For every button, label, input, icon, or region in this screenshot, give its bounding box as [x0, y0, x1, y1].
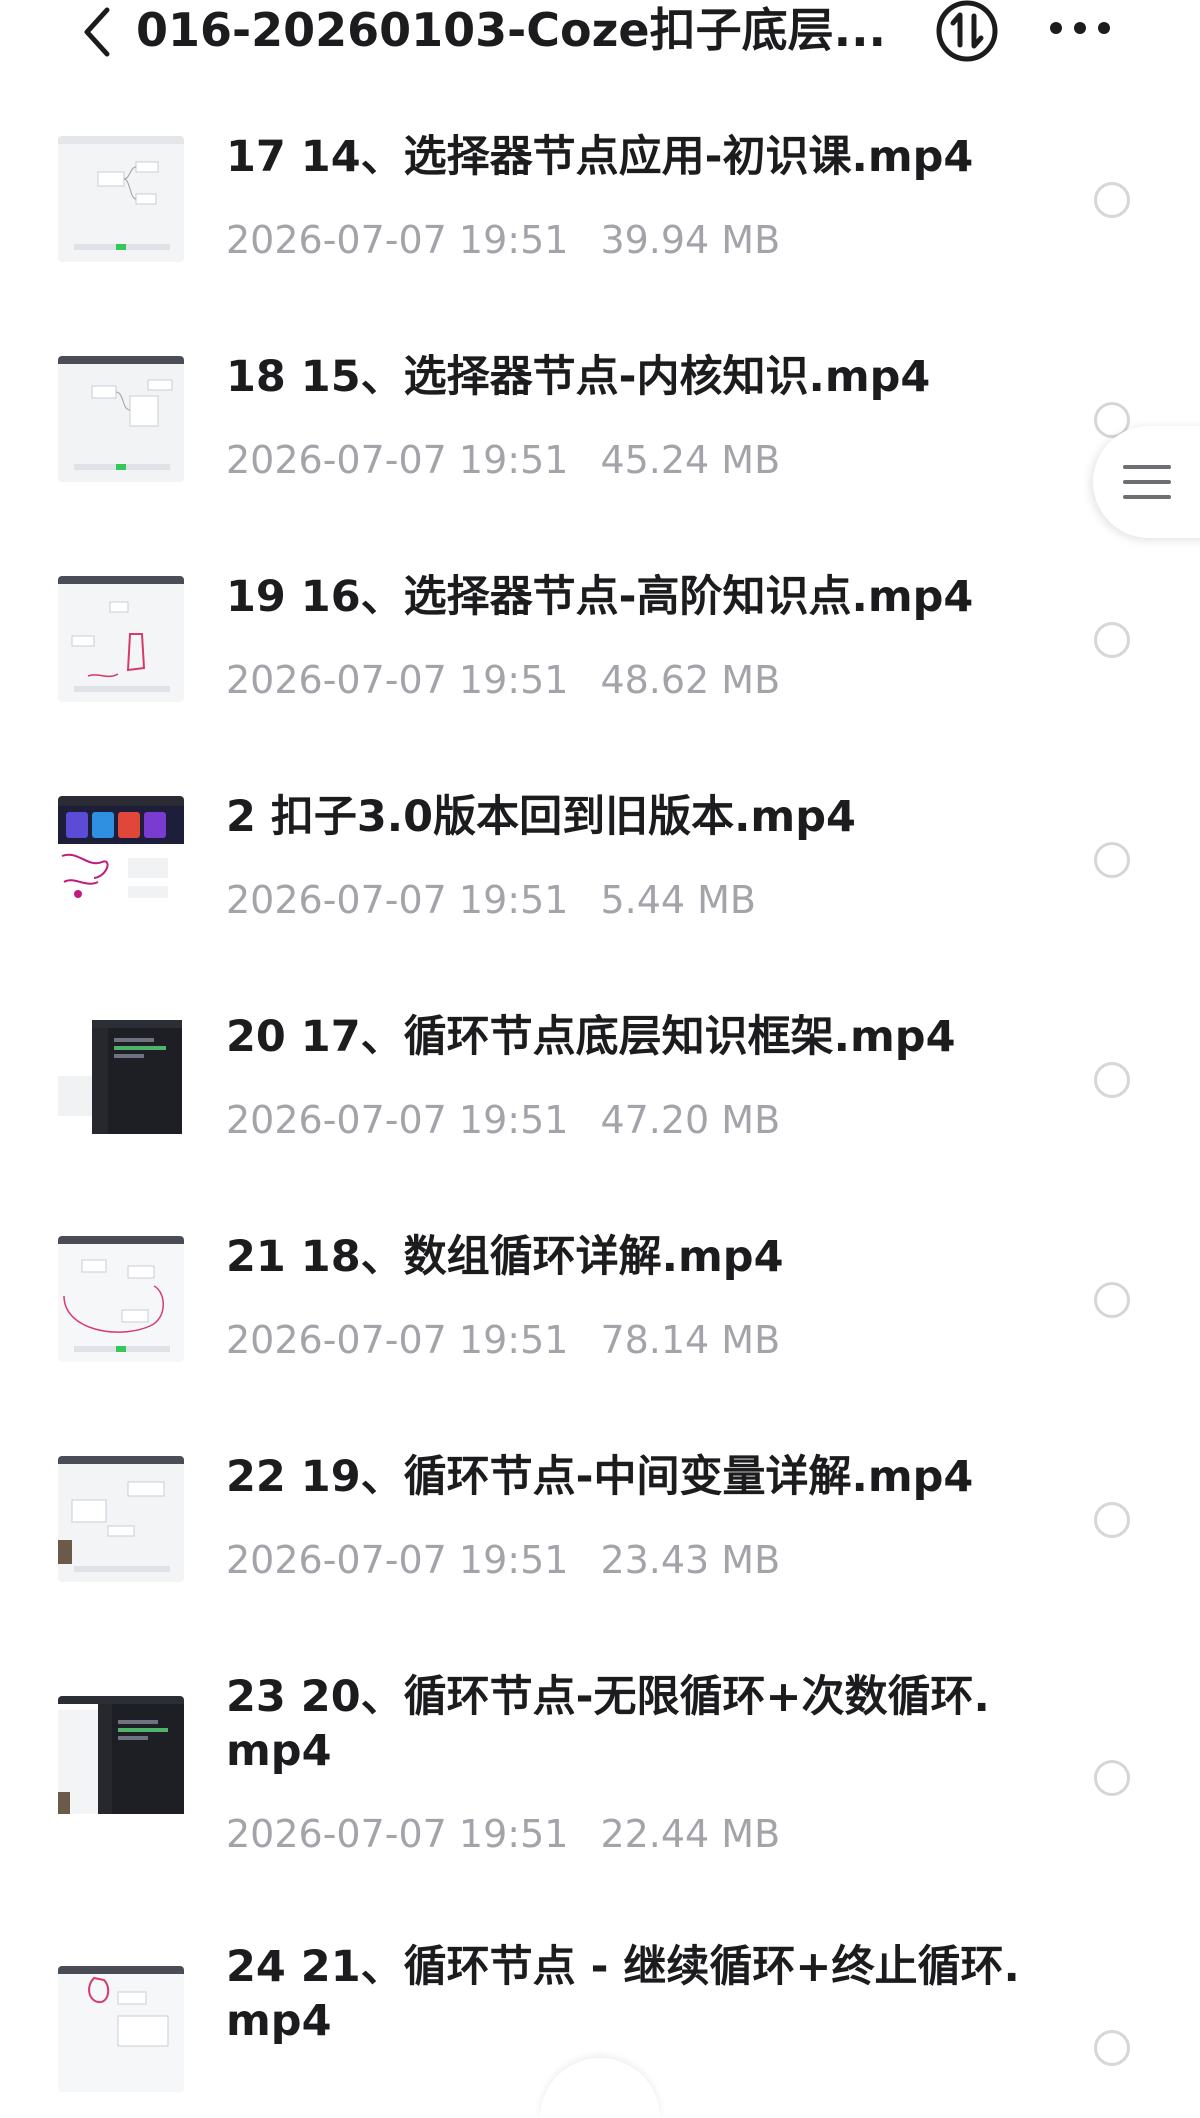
- file-size: 47.20 MB: [600, 1098, 781, 1142]
- select-radio[interactable]: [1094, 2030, 1130, 2066]
- file-meta: 2026-07-07 19:51 78.14 MB: [226, 1316, 780, 1364]
- more-options-button[interactable]: [1040, 0, 1120, 56]
- video-thumbnail: [58, 136, 184, 262]
- file-meta: 2026-07-07 19:51 5.44 MB: [226, 876, 756, 924]
- sort-button[interactable]: [930, 0, 1004, 62]
- video-thumbnail: [58, 356, 184, 482]
- file-size: 5.44 MB: [600, 878, 756, 922]
- file-date: 2026-07-07 19:51: [226, 1098, 569, 1142]
- file-meta: 2026-07-07 19:51 22.44 MB: [226, 1810, 780, 1858]
- file-name: 21 18、数组循环详解.mp4: [226, 1232, 784, 1282]
- file-size: 39.94 MB: [600, 218, 781, 262]
- select-radio[interactable]: [1094, 1282, 1130, 1318]
- file-name: 24 21、循环节点 - 继续循环+终止循环.mp4: [226, 1942, 1020, 2046]
- file-date: 2026-07-07 19:51: [226, 438, 569, 482]
- video-thumbnail: [58, 1456, 184, 1582]
- file-meta: 2026-07-07 19:51 23.43 MB: [226, 1536, 780, 1584]
- video-thumbnail: [58, 1016, 184, 1142]
- file-date: 2026-07-07 19:51: [226, 658, 569, 702]
- file-date: 2026-07-07 19:51: [226, 218, 569, 262]
- file-meta: 2026-07-07 19:51 47.20 MB: [226, 1096, 780, 1144]
- file-meta: 2026-07-07 19:51 48.62 MB: [226, 656, 780, 704]
- file-row[interactable]: 21 18、数组循环详解.mp4 2026-07-07 19:51 78.14 M…: [0, 1220, 1200, 1420]
- video-thumbnail: [58, 796, 184, 922]
- file-row[interactable]: 18 15、选择器节点-内核知识.mp4 2026-07-07 19:51 45.…: [0, 340, 1200, 540]
- top-bar: 016-20260103-Coze扣子底层...: [0, 0, 1200, 70]
- file-name: 22 19、循环节点-中间变量详解.mp4: [226, 1452, 974, 1502]
- select-radio[interactable]: [1094, 842, 1130, 878]
- file-name: 19 16、选择器节点-高阶知识点.mp4: [226, 572, 974, 622]
- file-name: 23 20、循环节点-无限循环+次数循环.mp4: [226, 1672, 990, 1776]
- file-row[interactable]: 20 17、循环节点底层知识框架.mp4 2026-07-07 19:51 47.…: [0, 1000, 1200, 1200]
- video-thumbnail: [58, 1236, 184, 1362]
- back-button[interactable]: [72, 4, 122, 60]
- file-name: 20 17、循环节点底层知识框架.mp4: [226, 1012, 956, 1062]
- select-radio[interactable]: [1094, 1062, 1130, 1098]
- file-size: 23.43 MB: [600, 1538, 781, 1582]
- chevron-left-icon: [84, 7, 110, 57]
- file-date: 2026-07-07 19:51: [226, 878, 569, 922]
- menu-lines-icon: [1123, 465, 1171, 499]
- file-row[interactable]: 23 20、循环节点-无限循环+次数循环.mp4 2026-07-07 19:5…: [0, 1660, 1200, 1910]
- file-row[interactable]: 17 14、选择器节点应用-初识课.mp4 2026-07-07 19:51 39…: [0, 120, 1200, 320]
- file-size: 22.44 MB: [600, 1812, 781, 1856]
- video-thumbnail: [58, 576, 184, 702]
- file-name: 17 14、选择器节点应用-初识课.mp4: [226, 132, 974, 182]
- file-size: 45.24 MB: [600, 438, 781, 482]
- file-size: 78.14 MB: [600, 1318, 781, 1362]
- file-name: 18 15、选择器节点-内核知识.mp4: [226, 352, 931, 402]
- file-meta: 2026-07-07 19:51 39.94 MB: [226, 216, 780, 264]
- select-radio[interactable]: [1094, 182, 1130, 218]
- page-title: 016-20260103-Coze扣子底层...: [136, 3, 887, 57]
- select-radio[interactable]: [1094, 1502, 1130, 1538]
- file-row[interactable]: 2 扣子3.0版本回到旧版本.mp4 2026-07-07 19:51 5.44 …: [0, 780, 1200, 980]
- floating-menu-handle[interactable]: [1093, 426, 1200, 538]
- file-date: 2026-07-07 19:51: [226, 1318, 569, 1362]
- file-date: 2026-07-07 19:51: [226, 1812, 569, 1856]
- file-row[interactable]: 19 16、选择器节点-高阶知识点.mp4 2026-07-07 19:51 48…: [0, 560, 1200, 760]
- file-row[interactable]: 22 19、循环节点-中间变量详解.mp4 2026-07-07 19:51 23…: [0, 1440, 1200, 1640]
- sort-arrows-icon: [936, 0, 998, 62]
- file-name: 2 扣子3.0版本回到旧版本.mp4: [226, 792, 856, 842]
- more-horizontal-icon: [1050, 22, 1110, 34]
- file-date: 2026-07-07 19:51: [226, 1538, 569, 1582]
- file-size: 48.62 MB: [600, 658, 781, 702]
- select-radio[interactable]: [1094, 1760, 1130, 1796]
- select-radio[interactable]: [1094, 622, 1130, 658]
- video-thumbnail: [58, 1696, 184, 1822]
- file-row[interactable]: 24 21、循环节点 - 继续循环+终止循环.mp4: [0, 1930, 1200, 2092]
- video-thumbnail: [58, 1966, 184, 2092]
- file-meta: 2026-07-07 19:51 45.24 MB: [226, 436, 780, 484]
